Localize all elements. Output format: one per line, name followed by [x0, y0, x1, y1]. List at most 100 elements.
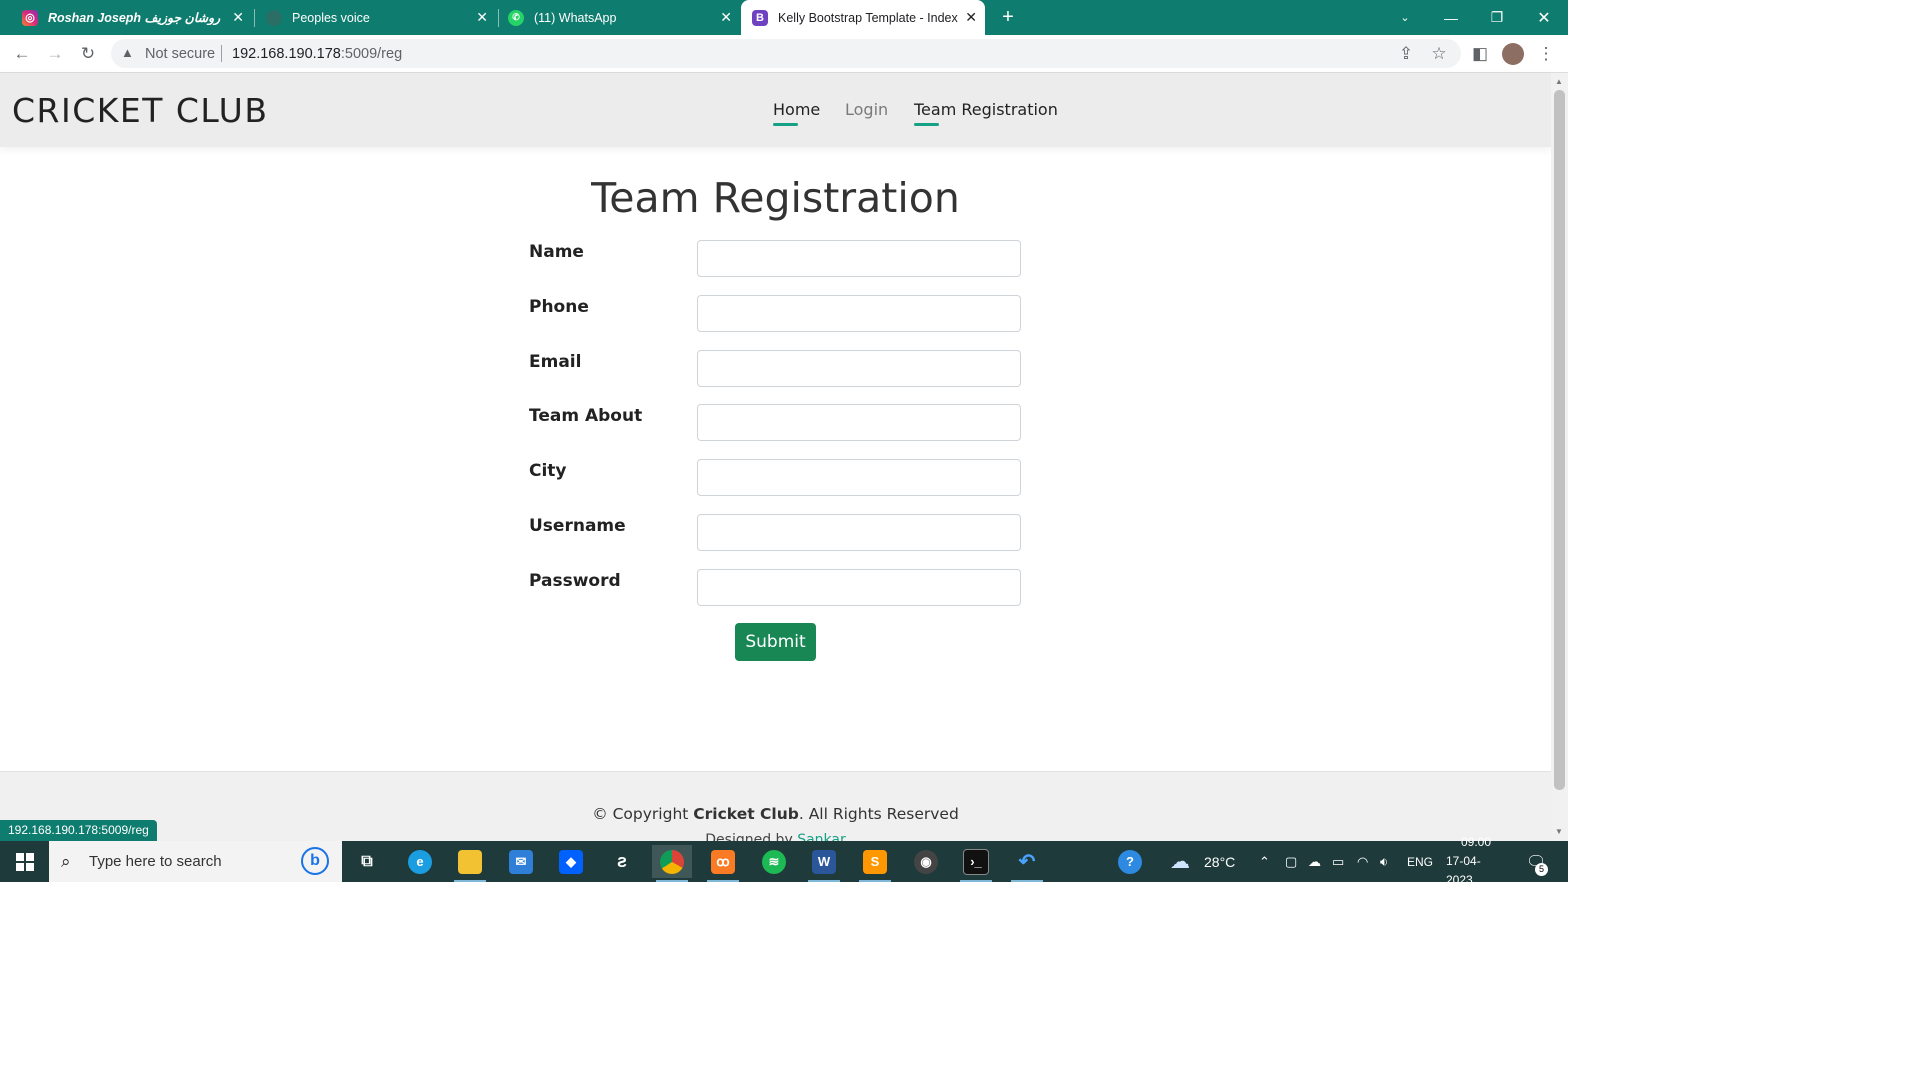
battery-icon[interactable]: ▭: [1332, 841, 1344, 882]
tab-label: (11) WhatsApp: [534, 10, 617, 25]
spotify-icon[interactable]: ≋: [754, 845, 794, 878]
mail-icon[interactable]: ✉: [501, 845, 541, 878]
copyright-prefix: © Copyright: [592, 805, 694, 823]
warning-icon[interactable]: ▲: [121, 45, 134, 60]
browser-toolbar: ← → ↻ ▲ Not secure 192.168.190.178:5009/…: [0, 35, 1568, 73]
edge-icon[interactable]: e: [400, 845, 440, 878]
bing-icon[interactable]: b: [301, 847, 329, 875]
new-tab-button[interactable]: +: [985, 0, 1031, 35]
phone-label: Phone: [529, 297, 589, 317]
menu-kebab-icon[interactable]: ⋮: [1535, 43, 1557, 65]
chrome-icon[interactable]: [652, 845, 692, 882]
dropbox-icon[interactable]: ◆: [551, 845, 591, 878]
scroll-thumb[interactable]: [1554, 90, 1565, 790]
tab-label: Roshan Joseph روشان جوزيف: [48, 11, 221, 25]
taskbar-search[interactable]: ⌕ Type here to search b: [49, 841, 342, 882]
city-label: City: [529, 461, 567, 481]
email-label: Email: [529, 352, 582, 372]
nav-team-registration[interactable]: Team Registration: [914, 100, 1058, 119]
scroll-up-icon[interactable]: ▲: [1555, 77, 1563, 86]
restore-button[interactable]: ❐: [1474, 0, 1520, 35]
address-bar[interactable]: ▲ Not secure 192.168.190.178:5009/reg ⇪ …: [111, 39, 1461, 68]
sublime-text-icon[interactable]: S: [855, 845, 895, 882]
security-label[interactable]: Not secure: [145, 46, 215, 62]
site-brand[interactable]: CRICKET CLUB: [12, 91, 268, 130]
volume-icon[interactable]: 🔉︎: [1380, 841, 1388, 882]
language-indicator[interactable]: ENG: [1407, 841, 1433, 882]
tab-label: Kelly Bootstrap Template - Index: [778, 10, 958, 25]
weather-icon[interactable]: ☁: [1170, 841, 1190, 882]
side-panel-icon[interactable]: ◧: [1469, 43, 1491, 65]
tab-peoples-voice[interactable]: Peoples voice ✕: [256, 0, 496, 35]
back-icon[interactable]: ←: [11, 43, 33, 65]
page-scrollbar[interactable]: ▲ ▼: [1551, 73, 1568, 841]
app-arrow-icon[interactable]: ↶: [1007, 845, 1047, 882]
site-footer: © Copyright Cricket Club. All Rights Res…: [0, 771, 1551, 848]
share-icon[interactable]: ⇪: [1395, 43, 1417, 65]
notification-icon[interactable]: 🗨︎ 5: [1526, 841, 1548, 882]
clock-date: 17-04-2023: [1446, 854, 1481, 887]
username-label: Username: [529, 516, 626, 536]
close-icon[interactable]: ✕: [232, 9, 244, 25]
name-label: Name: [529, 242, 584, 262]
close-icon[interactable]: ✕: [965, 9, 977, 25]
city-field[interactable]: [697, 459, 1021, 496]
xampp-icon[interactable]: ꝏ: [703, 845, 743, 882]
file-explorer-icon[interactable]: [450, 845, 490, 882]
meet-now-icon[interactable]: ▢: [1285, 841, 1297, 882]
tab-divider: [498, 9, 499, 27]
clock-time: 09:00: [1460, 835, 1492, 849]
tab-search-icon[interactable]: ⌄: [1382, 0, 1428, 35]
profile-avatar[interactable]: [1502, 43, 1524, 65]
chevron-up-icon[interactable]: ⌃: [1259, 841, 1270, 882]
help-icon[interactable]: ?: [1118, 841, 1142, 882]
obs-icon[interactable]: ◉: [906, 845, 946, 878]
close-icon[interactable]: ✕: [476, 9, 488, 25]
temperature-text[interactable]: 28°C: [1204, 841, 1235, 882]
browser-title-bar: ◎ Roshan Joseph روشان جوزيف ✕ Peoples vo…: [0, 0, 1568, 35]
nav-login[interactable]: Login: [845, 100, 888, 119]
tab-whatsapp[interactable]: ✆ (11) WhatsApp ✕: [500, 0, 740, 35]
url-path: :5009/reg: [340, 46, 403, 62]
reload-icon[interactable]: ↻: [77, 43, 99, 65]
clock[interactable]: 09:00 17-04-2023: [1446, 835, 1506, 887]
nav-home-underline: [773, 123, 798, 126]
phone-field[interactable]: [697, 295, 1021, 332]
copyright-brand: Cricket Club: [693, 805, 799, 823]
password-field[interactable]: [697, 569, 1021, 606]
status-url-bubble: 192.168.190.178:5009/reg: [0, 820, 157, 841]
windows-taskbar: ⌕ Type here to search b ⧉ e ✉ ◆ ƨ ꝏ ≋ W …: [0, 835, 1568, 887]
tab-divider: [254, 9, 255, 27]
task-view-icon[interactable]: ⧉: [347, 845, 387, 878]
app-s-icon[interactable]: ƨ: [602, 845, 642, 878]
network-status-icon[interactable]: ☁: [1308, 841, 1321, 882]
bookmark-star-icon[interactable]: ☆: [1428, 43, 1450, 65]
page-title: Team Registration: [591, 174, 960, 222]
instagram-icon: ◎: [22, 9, 38, 26]
username-field[interactable]: [697, 514, 1021, 551]
word-icon[interactable]: W: [804, 845, 844, 882]
search-placeholder: Type here to search: [89, 853, 222, 870]
scroll-down-icon[interactable]: ▼: [1555, 827, 1563, 836]
tab-kelly-bootstrap[interactable]: B Kelly Bootstrap Template - Index ✕: [741, 0, 985, 35]
password-label: Password: [529, 571, 621, 591]
nav-team-registration-underline: [914, 123, 939, 126]
terminal-icon[interactable]: ›_: [956, 845, 996, 882]
search-icon: ⌕: [61, 852, 71, 871]
nav-home[interactable]: Home: [773, 100, 820, 119]
url-host: 192.168.190.178: [232, 46, 341, 62]
name-field[interactable]: [697, 240, 1021, 277]
minimize-button[interactable]: —: [1428, 0, 1474, 35]
team-about-field[interactable]: [697, 404, 1021, 441]
start-button[interactable]: [0, 841, 49, 882]
close-window-button[interactable]: ✕: [1521, 0, 1567, 35]
close-icon[interactable]: ✕: [720, 9, 732, 25]
wifi-icon[interactable]: ◠: [1357, 841, 1368, 882]
url-text[interactable]: 192.168.190.178:5009/reg: [232, 46, 402, 62]
forward-icon[interactable]: →: [44, 43, 66, 65]
copyright-text: © Copyright Cricket Club. All Rights Res…: [0, 805, 1551, 823]
team-about-label: Team About: [529, 406, 643, 426]
email-field[interactable]: [697, 350, 1021, 387]
tab-instagram[interactable]: ◎ Roshan Joseph روشان جوزيف ✕: [12, 0, 252, 35]
submit-button[interactable]: Submit: [735, 623, 816, 661]
